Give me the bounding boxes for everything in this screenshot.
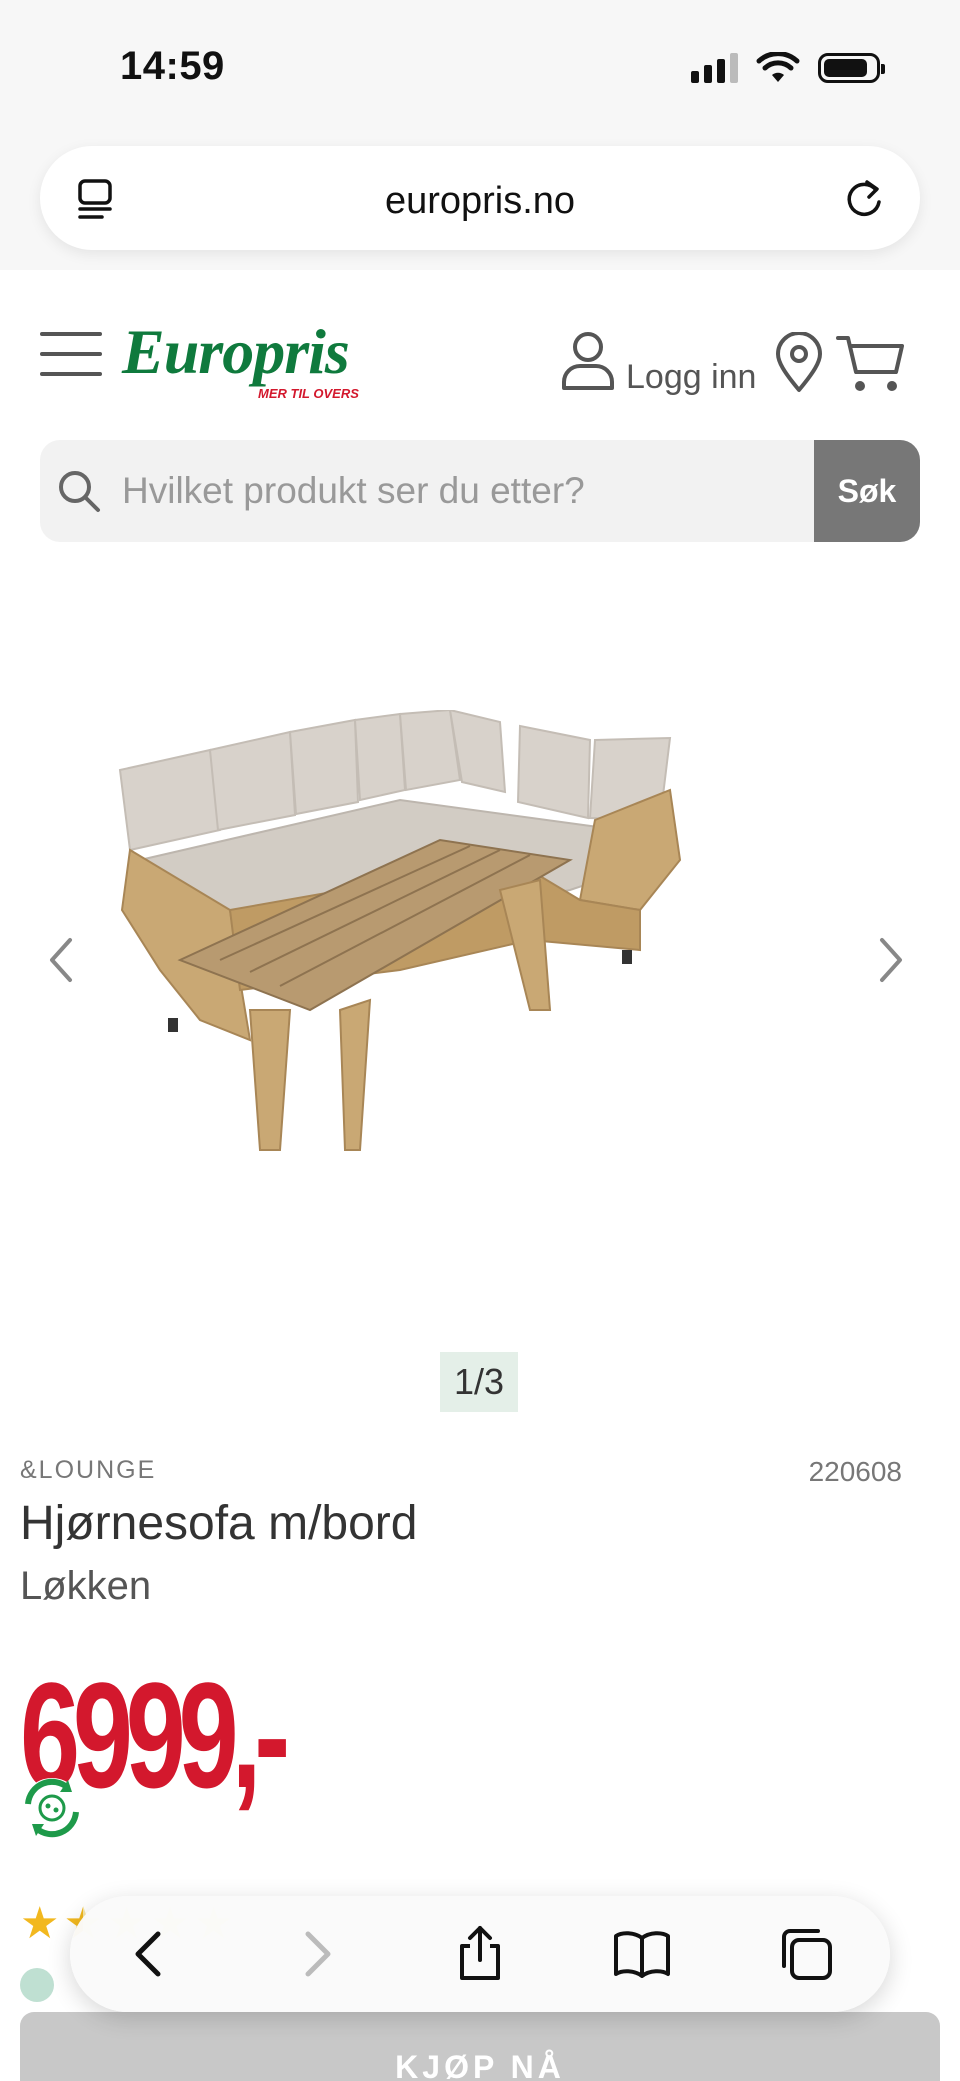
- browser-toolbar: [70, 1896, 890, 2012]
- site-header: Europris MER TIL OVERS Logg inn: [0, 300, 960, 410]
- menu-icon[interactable]: [40, 332, 102, 376]
- search-input[interactable]: [122, 440, 822, 542]
- status-bar: 14:59: [0, 0, 960, 140]
- url-text[interactable]: europris.no: [40, 180, 920, 223]
- bookmarks-icon[interactable]: [612, 1924, 672, 1984]
- search-button[interactable]: Søk: [814, 440, 920, 542]
- product-brand[interactable]: &LOUNGE: [20, 1456, 156, 1485]
- eco-badge-icon[interactable]: [18, 1774, 86, 1842]
- back-icon[interactable]: [120, 1924, 180, 1984]
- product-gallery: 1/3: [0, 600, 960, 1412]
- user-icon[interactable]: [560, 330, 616, 392]
- logo-text: Europris: [122, 316, 350, 387]
- wifi-icon: [756, 52, 800, 82]
- chevron-left-icon[interactable]: [40, 930, 80, 990]
- browser-address-area: europris.no: [0, 140, 960, 270]
- location-icon[interactable]: [774, 332, 824, 394]
- address-bar[interactable]: europris.no: [40, 146, 920, 250]
- status-icons: [691, 52, 885, 84]
- cart-icon[interactable]: [836, 332, 906, 394]
- battery-icon: [818, 53, 885, 83]
- forward-icon[interactable]: [286, 1924, 346, 1984]
- gallery-pagination: 1/3: [440, 1352, 518, 1412]
- tabs-icon[interactable]: [776, 1924, 836, 1984]
- chevron-right-icon[interactable]: [872, 930, 912, 990]
- product-subtitle: Løkken: [20, 1564, 152, 1608]
- share-icon[interactable]: [450, 1924, 510, 1984]
- search-bar: Søk: [40, 440, 920, 542]
- signal-icon: [691, 53, 738, 83]
- star-icon: ★: [20, 1899, 60, 1948]
- product-image[interactable]: [100, 710, 860, 1210]
- europris-logo[interactable]: Europris MER TIL OVERS: [122, 316, 359, 402]
- stock-status-dot: [20, 1968, 54, 2002]
- product-sku: 220608: [808, 1456, 902, 1487]
- search-icon: [59, 471, 100, 512]
- product-title: Hjørnesofa m/bord: [20, 1497, 418, 1550]
- status-time: 14:59: [120, 44, 225, 88]
- login-link[interactable]: Logg inn: [626, 358, 756, 397]
- buy-now-button[interactable]: KJØP NÅ: [20, 2012, 940, 2081]
- reload-icon[interactable]: [842, 176, 886, 220]
- logo-tagline: MER TIL OVERS: [258, 386, 359, 401]
